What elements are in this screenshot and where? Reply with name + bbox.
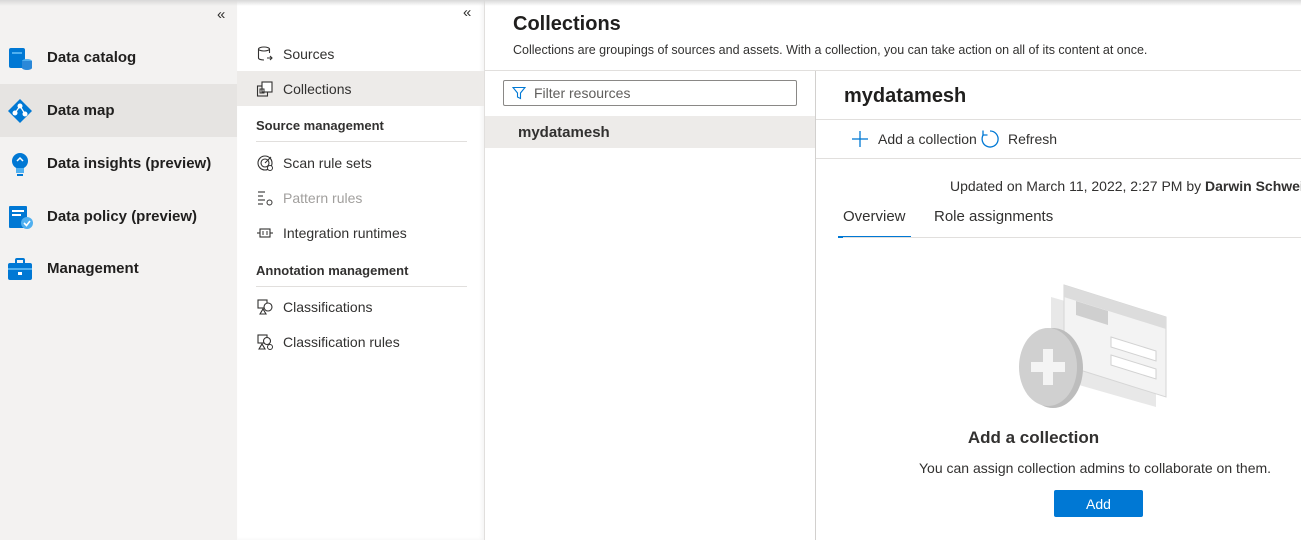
tabs-divider bbox=[843, 237, 1301, 238]
subnav-item-classification-rules[interactable]: Classification rules bbox=[237, 324, 484, 359]
refresh-button[interactable]: Refresh bbox=[980, 127, 1057, 151]
collection-list-panel: mydatamesh bbox=[485, 71, 816, 540]
subnav-item-integration-runtimes[interactable]: Integration runtimes bbox=[237, 215, 484, 250]
nav-item-data-map[interactable]: Data map bbox=[0, 84, 237, 137]
app: « Data catalog Data map Data insights (p… bbox=[0, 0, 1301, 540]
refresh-label: Refresh bbox=[1008, 131, 1058, 147]
main-content: Collections Collections are groupings of… bbox=[485, 0, 1301, 540]
collection-row-mydatamesh[interactable]: mydatamesh bbox=[485, 116, 815, 148]
data-catalog-icon bbox=[4, 42, 36, 74]
subnav-item-collections[interactable]: Collections bbox=[237, 71, 484, 106]
integration-runtimes-icon bbox=[255, 223, 275, 243]
subnav-item-label: Pattern rules bbox=[283, 189, 363, 206]
nav-item-data-catalog[interactable]: Data catalog bbox=[0, 31, 237, 84]
subnav-item-label: Integration runtimes bbox=[283, 224, 407, 241]
command-bar-divider-top bbox=[816, 119, 1301, 120]
subnav-item-scan-rule-sets[interactable]: Scan rule sets bbox=[237, 145, 484, 180]
empty-state-description: You can assign collection admins to coll… bbox=[919, 460, 1272, 476]
filter-resources-input[interactable] bbox=[534, 85, 784, 101]
subnav-item-label: Classification rules bbox=[283, 333, 400, 350]
pattern-rules-icon bbox=[255, 188, 275, 208]
add-icon bbox=[850, 129, 870, 149]
nav-item-label: Data map bbox=[47, 102, 115, 119]
nav-item-management[interactable]: Management bbox=[0, 242, 237, 295]
sources-icon bbox=[255, 44, 275, 64]
nav-item-data-insights[interactable]: Data insights (preview) bbox=[0, 137, 237, 190]
subnav-item-label: Sources bbox=[283, 45, 335, 62]
nav-item-label: Data catalog bbox=[47, 49, 137, 66]
subnav-item-classifications[interactable]: Classifications bbox=[237, 289, 484, 324]
command-bar-divider-bottom bbox=[816, 158, 1301, 159]
management-icon bbox=[4, 253, 36, 285]
tab-overview[interactable]: Overview bbox=[838, 208, 911, 238]
updated-info: Updated on March 11, 2022, 2:27 PM by Da… bbox=[950, 178, 1301, 194]
subnav-item-label: Classifications bbox=[283, 298, 373, 315]
add-collection-label: Add a collection bbox=[878, 131, 977, 147]
scan-rule-sets-icon bbox=[255, 153, 275, 173]
collection-detail-panel: mydatamesh Add a collection Refresh Upda… bbox=[816, 71, 1301, 540]
filter-icon bbox=[512, 86, 526, 100]
collection-name: mydatamesh bbox=[518, 123, 610, 141]
subnav-item-label: Collections bbox=[283, 80, 352, 97]
left-nav: « Data catalog Data map Data insights (p… bbox=[0, 0, 237, 540]
subnav-item-label: Scan rule sets bbox=[283, 154, 372, 171]
collection-title: mydatamesh bbox=[844, 85, 967, 107]
annotation-management-header: Annotation management bbox=[256, 263, 467, 287]
add-button[interactable]: Add bbox=[1054, 490, 1143, 517]
empty-state-title: Add a collection bbox=[967, 428, 1100, 447]
collections-icon bbox=[255, 79, 275, 99]
tab-role-assignments[interactable]: Role assignments bbox=[934, 208, 1053, 238]
nav-item-label: Management bbox=[47, 260, 139, 277]
collapse-left-nav-icon[interactable]: « bbox=[217, 6, 225, 23]
updated-text: Updated on March 11, 2022, 2:27 PM by bbox=[950, 178, 1202, 194]
page-title: Collections bbox=[513, 13, 621, 35]
classification-rules-icon bbox=[255, 332, 275, 352]
collapse-subnav-icon[interactable]: « bbox=[463, 4, 471, 21]
subnav-item-sources[interactable]: Sources bbox=[237, 36, 484, 71]
data-map-icon bbox=[4, 95, 36, 127]
subnav-item-pattern-rules: Pattern rules bbox=[237, 180, 484, 215]
add-collection-illustration bbox=[1016, 267, 1176, 417]
filter-box[interactable] bbox=[503, 80, 797, 106]
page-description: Collections are groupings of sources and… bbox=[513, 43, 1148, 57]
nav-item-data-policy[interactable]: Data policy (preview) bbox=[0, 190, 237, 243]
nav-item-label: Data insights (preview) bbox=[47, 155, 212, 172]
updated-by-user[interactable]: Darwin Schweitzer bbox=[1205, 178, 1301, 194]
nav-item-label: Data policy (preview) bbox=[47, 208, 198, 225]
data-policy-icon bbox=[4, 201, 36, 233]
source-management-header: Source management bbox=[256, 118, 467, 142]
add-collection-button[interactable]: Add a collection bbox=[850, 127, 977, 151]
data-insights-icon bbox=[4, 148, 36, 180]
classifications-icon bbox=[255, 297, 275, 317]
refresh-icon bbox=[980, 129, 1000, 149]
data-map-subnav: « Sources Collections Source management … bbox=[237, 0, 485, 540]
